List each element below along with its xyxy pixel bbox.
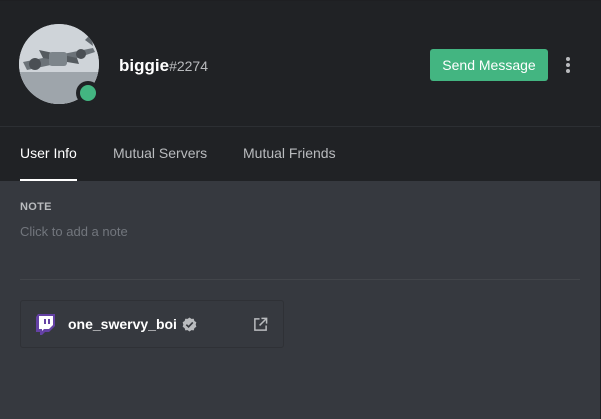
tab-label: Mutual Friends (243, 145, 336, 161)
tab-user-info[interactable]: User Info (20, 127, 77, 181)
profile-tabs: User Info Mutual Servers Mutual Friends (0, 126, 601, 181)
divider (20, 279, 580, 280)
tab-mutual-friends[interactable]: Mutual Friends (243, 127, 336, 181)
connected-account: one_swervy_boi (20, 300, 284, 348)
external-link-icon[interactable] (253, 317, 268, 332)
discriminator: #2274 (169, 58, 208, 74)
profile-header: biggie#2274 Send Message (0, 0, 601, 126)
verified-check-icon (182, 317, 197, 332)
status-indicator (76, 81, 100, 105)
tab-mutual-servers[interactable]: Mutual Servers (113, 127, 207, 181)
online-status-icon (80, 85, 96, 101)
active-tab-indicator (20, 179, 77, 181)
avatar-container (19, 24, 100, 105)
more-vertical-icon[interactable] (560, 54, 576, 76)
send-message-button[interactable]: Send Message (430, 49, 548, 81)
twitch-icon (36, 314, 55, 335)
username: biggie (119, 56, 170, 75)
note-heading: NOTE (20, 201, 52, 213)
account-name: one_swervy_boi (68, 316, 177, 332)
tab-label: Mutual Servers (113, 145, 208, 161)
note-input[interactable]: Click to add a note (20, 222, 580, 242)
tab-label: User Info (20, 145, 77, 161)
user-name: biggie#2274 (119, 55, 208, 78)
